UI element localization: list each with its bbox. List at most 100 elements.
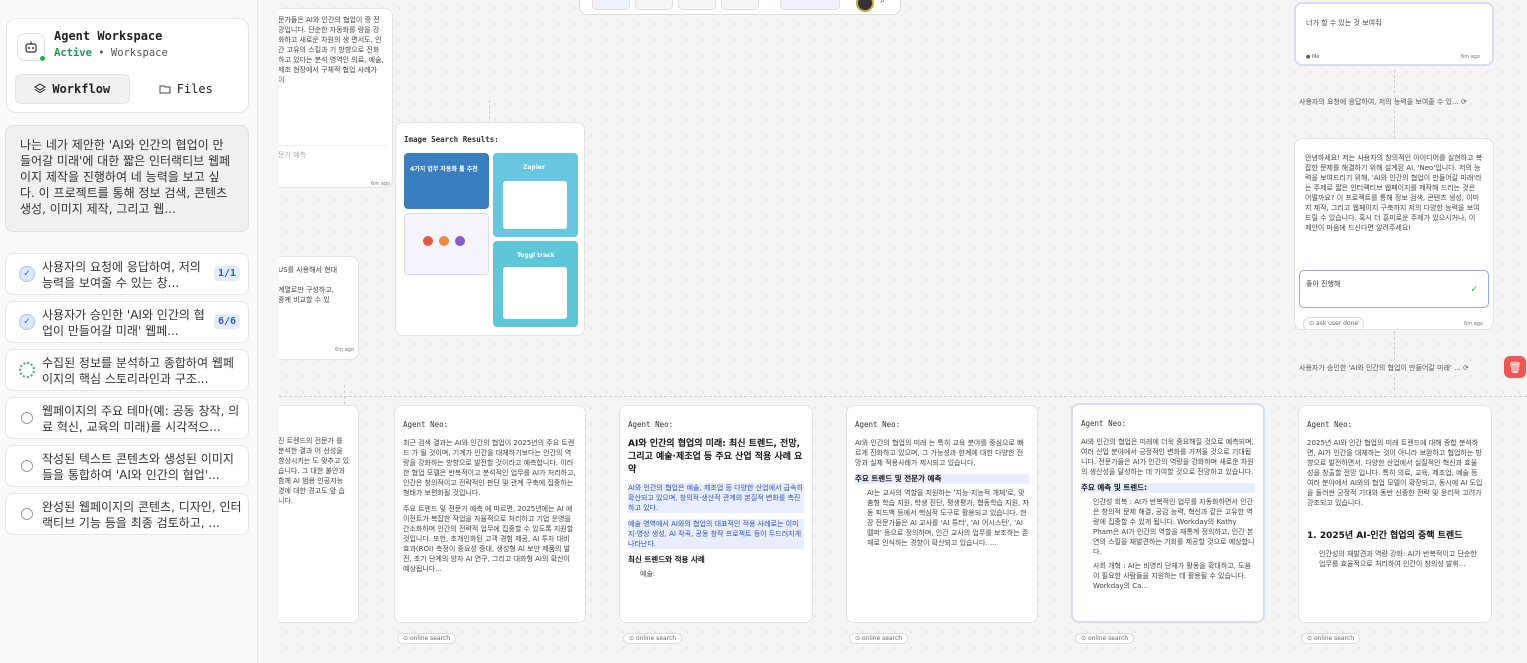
online-search-badge: ⊙ online search bbox=[397, 633, 457, 644]
timestamp: 6m ago bbox=[1464, 321, 1483, 327]
agent-result-card[interactable]: Agent Neo: AI와 인간의 협업의 미래: 최신 트렌드, 전망, 그… bbox=[619, 405, 813, 623]
task-progress-badge: 6/6 bbox=[213, 314, 240, 329]
separator: • bbox=[91, 47, 111, 59]
badge-text: online search bbox=[1313, 635, 1355, 642]
badge-text: online search bbox=[1087, 635, 1129, 642]
edge-label[interactable]: 사용자의 요청에 응답하여, 저의 능력을 보여줄 수 있... ⟳ bbox=[1299, 97, 1467, 107]
workspace-section: Workspace bbox=[110, 47, 168, 59]
card-text: 진 트렌드의 전문가 를 분석한 결과 어 선성을 향상시키는 도 맞추고 있습… bbox=[279, 437, 350, 505]
card-heading: 1. 2025년 AI-인간 협업의 중핵 트렌드 bbox=[1307, 531, 1463, 541]
card-footer: ⊙ online search bbox=[1075, 633, 1135, 644]
thumbnail-dot bbox=[439, 236, 449, 246]
status-dot bbox=[39, 55, 46, 62]
image-thumbnail[interactable] bbox=[404, 213, 489, 275]
user-message-card[interactable]: 너가 할 수 있는 것 보여줘 ● Me 6m ago bbox=[1294, 2, 1494, 66]
user-reply-box[interactable]: 좋아 진행해 ✓ bbox=[1299, 270, 1489, 308]
fade-overlay bbox=[620, 596, 812, 622]
thumbnail-screenshot bbox=[503, 181, 567, 229]
task-progress-badge: 1/1 bbox=[213, 266, 240, 281]
layers-icon bbox=[34, 83, 47, 94]
card-text: 주요 트렌드 및 전문가 예측 에 따르면, 2025년에는 AI 에이전트가 … bbox=[403, 505, 574, 573]
agent-result-card[interactable]: 진 트렌드의 전문가 를 분석한 결과 어 선성을 향상시키는 도 맞추고 있습… bbox=[279, 405, 359, 623]
edge bbox=[279, 396, 1527, 397]
empty-circle-icon bbox=[21, 508, 33, 520]
task-item[interactable]: ✓ 사용자가 승인한 'AI와 인간의 협업이 만들어갈 미래' 웹페... 6… bbox=[5, 301, 249, 343]
avatar[interactable] bbox=[856, 0, 874, 12]
agent-output-card[interactable]: 문가들은 AI와 인간의 협업이 증 전망입니다. 단순한 자동화를 량을 강화… bbox=[279, 8, 393, 188]
sidebar: Agent Workspace Active • Workspace Workf… bbox=[0, 0, 258, 663]
thumbnail-title: Toggl track bbox=[517, 252, 555, 259]
card-heading: AI와 인간의 협업의 미래: 최신 트렌드, 전망, 그리고 예술·제조업 등… bbox=[628, 439, 803, 475]
agent-result-card[interactable]: Agent Neo: 최근 검색 결과는 AI와 인간의 협업이 2025년의 … bbox=[394, 405, 586, 623]
toolbar-button[interactable] bbox=[635, 0, 673, 10]
agent-label: Agent Neo: bbox=[1307, 420, 1353, 429]
tab-workflow-label: Workflow bbox=[52, 82, 111, 96]
fade-overlay bbox=[1073, 595, 1263, 621]
task-item[interactable]: 웹페이지의 주요 테마(예: 공동 창작, 의료 혁신, 교육의 미래)를 시각… bbox=[5, 397, 249, 439]
card-subheading: 주요 트렌드 및 전문가 예측 bbox=[855, 474, 1029, 484]
fade-overlay bbox=[847, 596, 1037, 622]
user-prompt[interactable]: 나는 네가 제안한 'AI와 인간의 협업이 만들어갈 미래'에 대한 짧은 인… bbox=[5, 125, 249, 232]
folder-icon bbox=[159, 85, 171, 94]
ask-user-badge: ⊙ ask user done bbox=[1303, 317, 1365, 329]
task-text: 사용자가 승인한 'AI와 인간의 협업이 만들어갈 미래' 웹페... bbox=[42, 308, 205, 338]
badge-text: online search bbox=[861, 635, 903, 642]
canvas-toolbar: ⌕ bbox=[579, 0, 901, 15]
view-tabs: Workflow Files bbox=[15, 74, 242, 104]
task-item[interactable]: 수집된 정보를 분석하고 종합하여 웹페이지의 핵심 스토리라인과 구조... bbox=[5, 349, 249, 391]
card-input[interactable]: 문가 예측 bbox=[279, 145, 388, 160]
agent-result-card[interactable]: Agent Neo: 2025년 AI와 인간 협업의 미래 트렌드에 대해 종… bbox=[1298, 405, 1492, 623]
thumbnail-title: Zapier bbox=[523, 164, 545, 171]
reply-text: 좋아 진행해 bbox=[1306, 280, 1341, 288]
toolbar-button[interactable] bbox=[592, 0, 630, 10]
image-thumbnail[interactable]: Zapier bbox=[493, 153, 578, 237]
card-list-item: 사회 개혁 : AI는 비영리 단체가 활동을 확대하고, 도움이 필요한 사람… bbox=[1093, 562, 1252, 590]
message-text: 안녕하세요! 저는 사용자의 창의적인 아이디어를 실현하고 복잡한 문제를 해… bbox=[1305, 154, 1483, 232]
badge-text: online search bbox=[635, 635, 677, 642]
tab-files-label: Files bbox=[176, 82, 213, 96]
agent-result-card[interactable]: Agent Neo: AI와 인간의 협업은 미래에 더욱 중요해질 것으로 예… bbox=[1071, 403, 1265, 623]
image-search-card[interactable]: Image Search Results: 4가지 업무 자동화 툴 추천 Za… bbox=[395, 122, 585, 336]
card-list-item: AI는 교사의 역할을 지원하는 '지능-지능적 개체'로, 맞춤형 학습 지원… bbox=[867, 489, 1029, 547]
search-icon[interactable]: ⌕ bbox=[880, 0, 885, 6]
toolbar-button[interactable] bbox=[721, 0, 759, 10]
fade-overlay bbox=[395, 596, 585, 622]
task-item[interactable]: 작성된 텍스트 콘텐츠와 생성된 이미지들을 통합하여 'AI와 인간의 협업'… bbox=[5, 445, 249, 487]
card-text: 2025년 AI와 인간 협업의 미래 트렌드에 대해 종합 분석하면, AI가… bbox=[1307, 439, 1483, 507]
timestamp: 6m ago bbox=[1461, 54, 1480, 60]
task-item[interactable]: 완성된 웹페이지의 콘텐츠, 디자인, 인터랙티브 기능 등을 최종 검토하고,… bbox=[5, 493, 249, 535]
image-thumbnail[interactable]: Toggl track bbox=[493, 241, 578, 327]
tab-files[interactable]: Files bbox=[130, 74, 243, 104]
user-tag: ● Me bbox=[1306, 54, 1320, 60]
fade-overlay bbox=[279, 596, 358, 622]
workflow-canvas[interactable]: ⌕ 문가들은 AI와 인간의 협업이 증 전망입니다. 단순한 자동화를 량을 … bbox=[279, 0, 1527, 663]
edge-label[interactable]: 사용자가 승인한 'AI와 인간의 협업이 만들어갈 미래' ... ⟳ bbox=[1299, 363, 1469, 373]
thumbnail-screenshot bbox=[503, 267, 567, 319]
delete-button[interactable]: 🗑 bbox=[1504, 356, 1526, 378]
timestamp: 6m ago bbox=[371, 181, 390, 187]
agent-label: Agent Neo: bbox=[628, 420, 674, 429]
toolbar-button[interactable] bbox=[780, 0, 840, 10]
card-text: AI와 인간의 협업은 예술, 제조업 등 다양한 산업에서 급속히 확산되고 … bbox=[628, 483, 804, 513]
fade-overlay bbox=[1299, 596, 1491, 622]
task-text: 작성된 텍스트 콘텐츠와 생성된 이미지들을 통합하여 'AI와 인간의 협업'… bbox=[42, 452, 234, 482]
image-thumbnail[interactable]: 4가지 업무 자동화 툴 추천 bbox=[404, 153, 489, 209]
agent-response-card[interactable]: 안녕하세요! 저는 사용자의 창의적인 아이디어를 실현하고 복잡한 문제를 해… bbox=[1294, 138, 1494, 330]
agent-output-card[interactable]: US를 사용해서 현대 계열로만 구성하고, 중계 비교할 수 있 6m ago bbox=[279, 256, 359, 360]
user-name: Me bbox=[1311, 54, 1320, 60]
badge-text: online search bbox=[409, 635, 451, 642]
tab-workflow[interactable]: Workflow bbox=[15, 74, 130, 104]
task-item[interactable]: ✓ 사용자의 요청에 응답하여, 저의 능력을 보여줄 수 있는 창... 1/… bbox=[5, 253, 249, 295]
edge-label-text: 사용자가 승인한 'AI와 인간의 협업이 만들어갈 미래' ... bbox=[1299, 364, 1461, 372]
workspace-subtitle: Active • Workspace bbox=[54, 47, 168, 59]
robot-icon bbox=[17, 33, 46, 62]
card-footer: ⊙ online search bbox=[623, 633, 683, 644]
agent-result-card[interactable]: Agent Neo: AI와 인간의 협업의 미래 는 특히 교육 분야를 중심… bbox=[846, 405, 1038, 623]
trash-icon: 🗑 bbox=[1508, 360, 1522, 374]
card-text: 최근 검색 결과는 AI와 인간의 협업이 2025년의 주요 트렌드 가 될 … bbox=[403, 439, 576, 497]
edge-label-text: 사용자의 요청에 응답하여, 저의 능력을 보여줄 수 있... bbox=[1299, 98, 1459, 106]
card-footer: ⊙ online search bbox=[1301, 633, 1361, 644]
toolbar-button[interactable] bbox=[678, 0, 716, 10]
card-text: AI와 인간의 협업의 미래 는 특히 교육 분야를 중심으로 빠르게 진화하고… bbox=[855, 439, 1024, 467]
badge-text: ask user done bbox=[1315, 320, 1359, 327]
